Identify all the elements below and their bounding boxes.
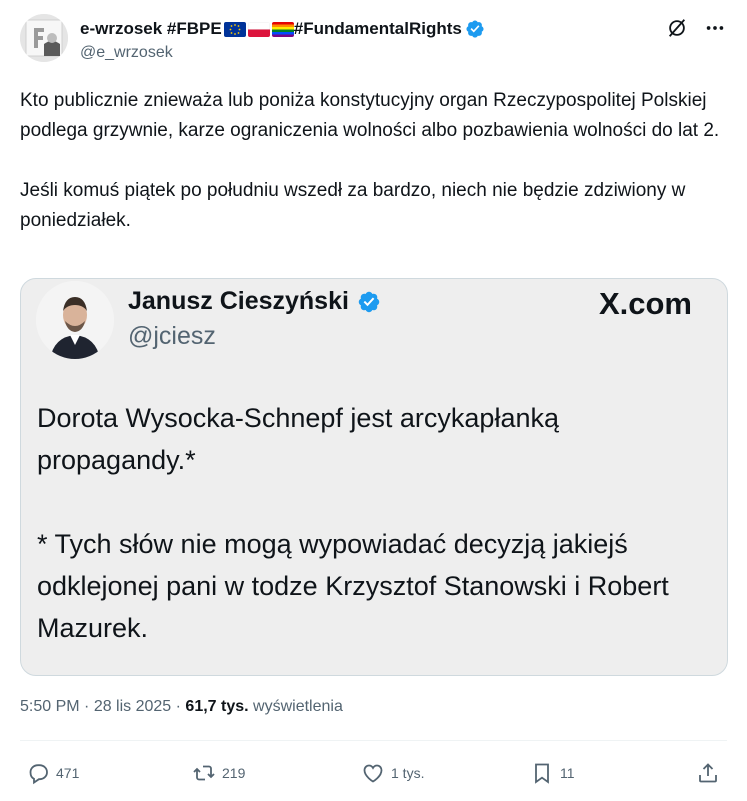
- divider: [20, 740, 727, 741]
- verified-icon: [466, 20, 484, 38]
- meta-separator: ·: [79, 698, 94, 715]
- embedded-author-avatar: [36, 281, 114, 359]
- embedded-author-name: Janusz Cieszyński: [128, 287, 349, 315]
- repost-button[interactable]: 219: [192, 753, 245, 793]
- share-button[interactable]: [696, 753, 726, 793]
- tweet-meta: 5:50 PM · 28 lis 2025 · 61,7 tys. wyświe…: [20, 698, 343, 716]
- embedded-tweet-text: Dorota Wysocka-Schnepf jest arcykapłanką…: [37, 397, 707, 649]
- verified-icon: [358, 291, 380, 312]
- reply-button[interactable]: 471: [26, 753, 79, 793]
- embedded-paragraph: Dorota Wysocka-Schnepf jest arcykapłanką…: [37, 403, 559, 475]
- grok-icon[interactable]: [665, 16, 689, 40]
- like-count: 1 tys.: [391, 765, 425, 781]
- embedded-author-name-row: Janusz Cieszyński: [128, 287, 381, 316]
- reply-count: 471: [56, 765, 80, 781]
- tweet-header: e-wrzosek #FBPE #FundamentalRights @e_wr…: [20, 14, 727, 66]
- meta-separator: ·: [171, 698, 186, 715]
- like-icon: [363, 764, 383, 783]
- author-name-suffix[interactable]: #FundamentalRights: [294, 18, 462, 40]
- avatar-image: [20, 14, 68, 62]
- repost-icon: [193, 765, 215, 781]
- action-bar: 471 219 1 tys. 11: [20, 753, 727, 793]
- reply-icon: [29, 764, 48, 785]
- tweet-date[interactable]: 28 lis 2025: [94, 698, 171, 715]
- bookmark-count: 11: [560, 765, 575, 781]
- rainbow-flag-icon: [271, 21, 294, 37]
- x-com-logo: X.com: [598, 286, 692, 321]
- embedded-paragraph: * Tych słów nie mogą wypowiadać decyzją …: [37, 529, 669, 643]
- views-count: 61,7 tys.: [185, 698, 249, 715]
- tweet-time[interactable]: 5:50 PM: [20, 698, 80, 715]
- poland-flag-icon: [247, 21, 270, 37]
- author-avatar[interactable]: [20, 14, 68, 62]
- author-display-name[interactable]: e-wrzosek #FBPE: [80, 18, 222, 40]
- share-icon: [699, 763, 717, 783]
- tweet-paragraph: Kto publicznie znieważa lub poniża konst…: [20, 90, 720, 141]
- tweet-paragraph: Jeśli komuś piątek po południu wszedł za…: [20, 180, 686, 231]
- tweet-text: Kto publicznie znieważa lub poniża konst…: [20, 86, 720, 236]
- like-button[interactable]: 1 tys.: [361, 753, 424, 793]
- embedded-tweet-image[interactable]: Janusz Cieszyński @jciesz X.com Dorota W…: [20, 278, 728, 676]
- more-icon[interactable]: [703, 16, 727, 40]
- views-label: wyświetlenia: [248, 698, 343, 715]
- author-name-row[interactable]: e-wrzosek #FBPE #FundamentalRights: [80, 18, 485, 40]
- repost-count: 219: [222, 765, 246, 781]
- embedded-author-handle: @jciesz: [128, 322, 216, 350]
- eu-flag-icon: [223, 21, 246, 37]
- bookmark-icon: [535, 763, 549, 784]
- header-actions: [665, 16, 727, 40]
- bookmark-button[interactable]: 11: [530, 753, 575, 793]
- author-handle[interactable]: @e_wrzosek: [80, 44, 173, 62]
